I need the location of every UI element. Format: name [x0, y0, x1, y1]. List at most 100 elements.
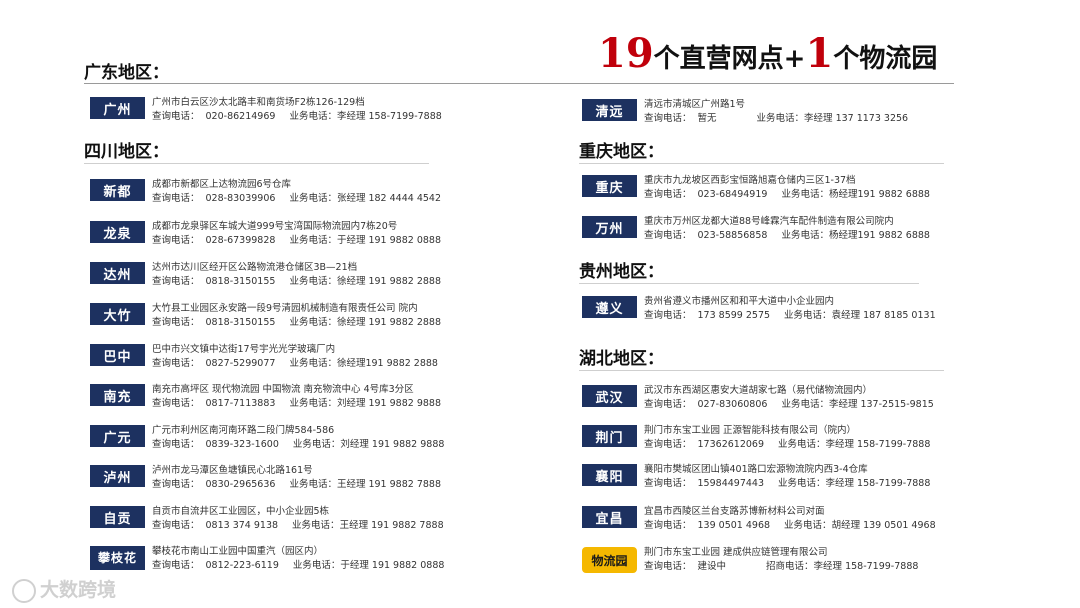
contact-line: 查询电话： 0827-5299077 业务电话：徐经理191 9882 2888	[152, 355, 438, 369]
query-phone: 建设中	[697, 561, 727, 572]
city-badge-dazhou: 达州	[90, 262, 145, 284]
region-guizhou: 贵州地区：	[579, 262, 664, 282]
address: 重庆市万州区龙都大道88号峰霖汽车配件制造有限公司院内	[644, 216, 894, 227]
query-phone: 027-83060806	[697, 399, 768, 410]
address: 荆门市东宝工业园 正源智能科技有限公司（院内）	[644, 425, 857, 436]
city-badge-zigong: 自贡	[90, 506, 145, 528]
query-phone: 0830-2965636	[205, 479, 276, 490]
location-xiangyang: 襄阳 襄阳市樊城区团山镇401路口宏源物流院内西3-4仓库 查询电话： 15984…	[582, 464, 1042, 494]
business-phone: 李经理 137-2515-9815	[828, 399, 934, 410]
contact-line: 查询电话： 0818-3150155 业务电话：徐经理 191 9882 2888	[152, 314, 441, 328]
business-label: 业务电话：	[289, 235, 337, 246]
business-phone: 徐经理 191 9882 2888	[336, 276, 441, 287]
city-badge-bazhong: 巴中	[90, 344, 145, 366]
brand-logo-icon	[12, 578, 36, 603]
contact-line: 查询电话： 173 8599 2575 业务电话：袁经理 187 8185 0131	[644, 307, 936, 321]
query-label: 查询电话：	[644, 399, 692, 410]
business-label: 业务电话：	[778, 478, 826, 489]
location-wanzhou: 万州 重庆市万州区龙都大道88号峰霖汽车配件制造有限公司院内 查询电话： 023-…	[582, 216, 1042, 246]
query-label: 查询电话：	[152, 111, 200, 122]
business-label: 业务电话：	[781, 230, 829, 241]
contact-line: 查询电话： 027-83060806 业务电话：李经理 137-2515-9815	[644, 396, 934, 410]
query-phone: 0839-323-1600	[205, 439, 279, 450]
city-badge-guangzhou: 广州	[90, 97, 145, 119]
query-phone: 023-58856858	[697, 230, 768, 241]
query-phone: 139 0501 4968	[697, 520, 771, 531]
address: 广元市利州区南河南环路二段门牌584-586	[152, 425, 335, 436]
query-phone: 暂无	[697, 113, 717, 124]
query-label: 查询电话：	[644, 113, 692, 124]
location-guangzhou: 广州 广州市白云区沙太北路丰和南货场F2栋126-129档 查询电话： 020-8…	[90, 97, 550, 127]
location-panzhihua: 攀枝花 攀枝花市南山工业园中国重汽（园区内） 查询电话： 0812-223-611…	[90, 546, 550, 576]
city-badge-wanzhou: 万州	[582, 216, 637, 238]
merchant-phone: 李经理 158-7199-7888	[813, 561, 919, 572]
location-longquan: 龙泉 成都市龙泉驿区车城大道999号宝湾国际物流园内7栋20号 查询电话： 028…	[90, 221, 550, 251]
business-label: 业务电话：	[781, 399, 829, 410]
address: 重庆市九龙坡区西彭宝恒路旭嘉仓储内三区1-37档	[644, 175, 856, 186]
watermark-text: 大数跨境	[40, 579, 117, 601]
query-phone: 0813 374 9138	[205, 520, 279, 531]
address: 成都市新都区上达物流园6号仓库	[152, 179, 292, 190]
location-qingyuan: 清远 清远市清城区广州路1号 查询电话： 暂无 业务电话：李经理 137 1173 …	[582, 99, 1042, 129]
query-phone: 023-68494919	[697, 189, 768, 200]
region-hubei: 湖北地区：	[579, 349, 664, 369]
business-phone: 袁经理 187 8185 0131	[831, 310, 936, 321]
merchant-label: 招商电话：	[766, 561, 814, 572]
query-label: 查询电话：	[152, 560, 200, 571]
city-badge-nanchong: 南充	[90, 384, 145, 406]
city-badge-zunyi: 遵义	[582, 296, 637, 318]
query-label: 查询电话：	[644, 230, 692, 241]
business-label: 业务电话：	[292, 520, 340, 531]
contact-line: 查询电话： 023-68494919 业务电话：杨经理191 9882 6888	[644, 186, 930, 200]
headline-number-19: 19	[598, 30, 654, 77]
query-phone: 15984497443	[697, 478, 765, 489]
contact-line: 查询电话： 17362612069 业务电话：李经理 158-7199-7888	[644, 436, 930, 450]
address: 贵州省遵义市播州区和和平大道中小企业园内	[644, 296, 835, 307]
query-label: 查询电话：	[152, 439, 200, 450]
address: 南充市高坪区 现代物流园 中国物流 南充物流中心 4号库3分区	[152, 384, 414, 395]
query-label: 查询电话：	[644, 561, 692, 572]
address: 成都市龙泉驿区车城大道999号宝湾国际物流园内7栋20号	[152, 221, 398, 232]
query-label: 查询电话：	[152, 276, 200, 287]
business-phone: 王经理 191 9882 7888	[339, 520, 444, 531]
address: 宜昌市西陵区兰台支路苏博新材料公司对面	[644, 506, 825, 517]
query-label: 查询电话：	[644, 310, 692, 321]
region-sichuan: 四川地区：	[84, 142, 169, 162]
headline-number-1: 1	[805, 30, 834, 77]
address: 巴中市兴文镇中达街17号宇光光学玻璃厂内	[152, 344, 336, 355]
region-divider	[84, 163, 429, 164]
location-xindu: 新都 成都市新都区上达物流园6号仓库 查询电话： 028-83039906 业务电话…	[90, 179, 550, 209]
city-badge-guangyuan: 广元	[90, 425, 145, 447]
address: 襄阳市樊城区团山镇401路口宏源物流院内西3-4仓库	[644, 464, 868, 475]
business-phone: 杨经理191 9882 6888	[828, 230, 930, 241]
query-phone: 028-83039906	[205, 193, 276, 204]
contact-line: 查询电话： 0818-3150155 业务电话：徐经理 191 9882 2888	[152, 273, 441, 287]
city-badge-logistics-park: 物流园	[582, 547, 637, 573]
location-bazhong: 巴中 巴中市兴文镇中达街17号宇光光学玻璃厂内 查询电话： 0827-529907…	[90, 344, 550, 374]
address: 荆门市东宝工业园 建成供应链管理有限公司	[644, 547, 828, 558]
business-label: 业务电话：	[292, 439, 341, 450]
business-label: 业务电话：	[289, 317, 337, 328]
contact-line: 查询电话： 15984497443 业务电话：李经理 158-7199-7888	[644, 475, 930, 489]
address: 达州市达川区经开区公路物流港仓储区3B—21档	[152, 262, 358, 273]
query-phone: 0818-3150155	[205, 317, 276, 328]
address: 大竹县工业园区永安路一段9号清园机械制造有限责任公司 院内	[152, 303, 418, 314]
query-label: 查询电话：	[152, 193, 200, 204]
query-phone: 0817-7113883	[205, 398, 276, 409]
query-label: 查询电话：	[152, 235, 200, 246]
query-label: 查询电话：	[152, 358, 200, 369]
contact-line: 查询电话： 0812-223-6119 业务电话：于经理 191 9882 0888	[152, 557, 444, 571]
address: 攀枝花市南山工业园中国重汽（园区内）	[152, 546, 324, 557]
query-label: 查询电话：	[152, 317, 200, 328]
headline: 19个直营网点+1个物流园	[598, 30, 937, 77]
location-zunyi: 遵义 贵州省遵义市播州区和和平大道中小企业园内 查询电话： 173 8599 25…	[582, 296, 1042, 326]
contact-line: 查询电话： 139 0501 4968 业务电话：胡经理 139 0501 4968	[644, 517, 936, 531]
location-logistics-park: 物流园 荆门市东宝工业园 建成供应链管理有限公司 查询电话： 建设中 招商电话：李经…	[582, 547, 1042, 577]
business-phone: 刘经理 191 9882 9888	[340, 439, 445, 450]
business-phone: 李经理 137 1173 3256	[804, 113, 909, 124]
business-label: 业务电话：	[778, 439, 826, 450]
city-badge-luzhou: 泸州	[90, 465, 145, 487]
city-badge-longquan: 龙泉	[90, 221, 145, 243]
contact-line: 查询电话： 0813 374 9138 业务电话：王经理 191 9882 7888	[152, 517, 444, 531]
business-phone: 徐经理 191 9882 2888	[336, 317, 441, 328]
